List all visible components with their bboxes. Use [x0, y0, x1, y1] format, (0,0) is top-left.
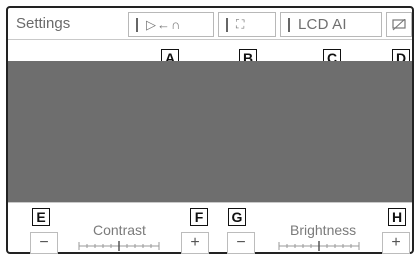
page-title: Settings — [16, 15, 71, 32]
brightness-label: Brightness — [290, 222, 357, 238]
button-indicator-bar — [136, 17, 138, 32]
contrast-label: Contrast — [93, 222, 146, 238]
callout-g: G — [228, 208, 246, 226]
brightness-scale[interactable] — [278, 241, 360, 251]
screen-off-button[interactable] — [386, 12, 412, 37]
brightness-increase-button[interactable]: + — [382, 232, 410, 254]
contrast-scale[interactable] — [78, 241, 160, 251]
header-divider — [8, 39, 412, 40]
button-indicator-bar — [288, 17, 290, 32]
controls-divider — [8, 202, 412, 203]
video-to-audio-icon: ▷←∩ — [146, 16, 182, 32]
contrast-decrease-button[interactable]: − — [30, 232, 58, 254]
lcd-ai-button[interactable]: LCD AI — [280, 12, 382, 37]
brightness-decrease-button[interactable]: − — [227, 232, 255, 254]
callout-h: H — [388, 208, 406, 226]
screen-size-icon: ⛶ — [236, 17, 245, 31]
callout-f: F — [190, 208, 208, 226]
button-indicator-bar — [226, 17, 228, 32]
contrast-increase-button[interactable]: + — [181, 232, 209, 254]
settings-panel: Settings ▷←∩ ⛶ LCD AI A B C D E F G H Co… — [6, 6, 414, 254]
callout-e: E — [32, 208, 50, 226]
screen-size-button[interactable]: ⛶ — [218, 12, 276, 37]
lcd-ai-label: LCD AI — [298, 16, 347, 33]
screen-off-icon — [392, 18, 406, 30]
audio-video-mode-button[interactable]: ▷←∩ — [128, 12, 214, 37]
video-preview-area — [8, 61, 412, 202]
